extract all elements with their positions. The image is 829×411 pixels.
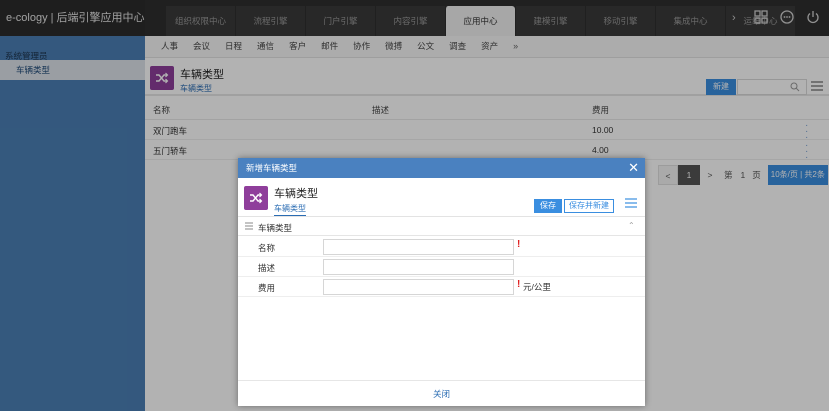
save-button[interactable]: 保存 xyxy=(534,199,562,213)
divider xyxy=(238,216,645,217)
dialog-subtitle-tab[interactable]: 车辆类型 xyxy=(274,203,306,217)
field-label-name: 名称 xyxy=(258,243,276,253)
save-and-new-button[interactable]: 保存并新建 xyxy=(564,199,614,213)
section-title: 车辆类型 xyxy=(258,223,293,233)
cost-unit: 元/公里 xyxy=(523,282,551,292)
form-row-description: 描述 xyxy=(238,257,645,277)
required-mark: ! xyxy=(517,279,521,290)
form-row-name: 名称 ! xyxy=(238,237,645,257)
new-vehicle-type-dialog: 新增车辆类型 ✕ 车辆类型 车辆类型 保存 保存并新建 车辆类型 ⌃ 名称 ! … xyxy=(238,158,645,406)
field-label-cost: 费用 xyxy=(258,283,276,293)
field-label-description: 描述 xyxy=(258,263,276,273)
cost-field[interactable] xyxy=(323,279,514,295)
dialog-title: 新增车辆类型 xyxy=(238,158,645,178)
close-icon[interactable]: ✕ xyxy=(628,158,639,178)
shuffle-icon xyxy=(244,186,268,210)
list-menu-icon[interactable] xyxy=(625,198,637,210)
form-section-header[interactable]: 车辆类型 ⌃ xyxy=(238,218,645,236)
required-mark: ! xyxy=(517,239,521,250)
dialog-form-title: 车辆类型 xyxy=(274,188,318,200)
form-row-cost: 费用 ! 元/公里 xyxy=(238,277,645,297)
close-button[interactable]: 关闭 xyxy=(238,380,645,406)
hamburger-icon xyxy=(245,222,253,232)
description-field[interactable] xyxy=(323,259,514,275)
chevron-up-icon[interactable]: ⌃ xyxy=(628,221,635,230)
name-field[interactable] xyxy=(323,239,514,255)
